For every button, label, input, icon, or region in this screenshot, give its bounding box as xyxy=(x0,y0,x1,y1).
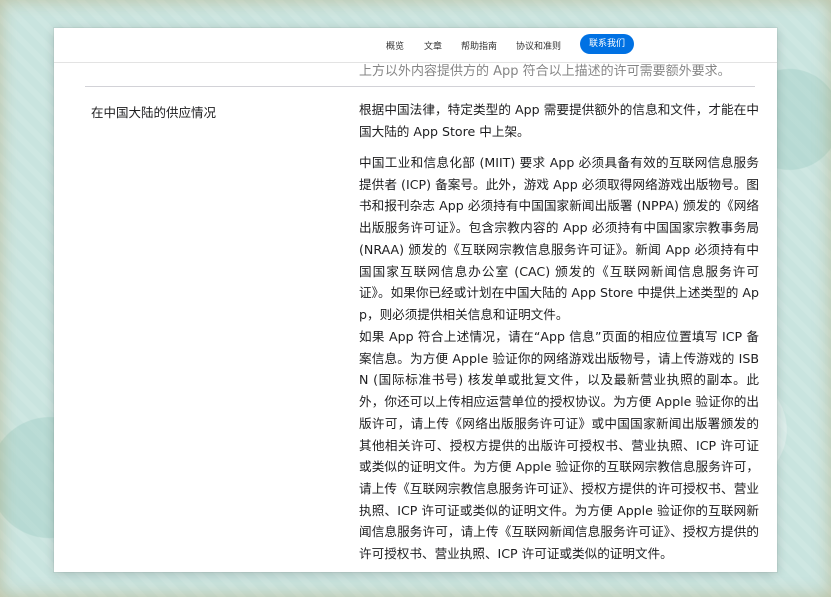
paragraph-requirements: 中国工业和信息化部 (MIIT) 要求 App 必须具备有效的互联网信息服务提供… xyxy=(359,155,759,322)
nav-item-agreements-guidelines[interactable]: 协议和准则 xyxy=(516,39,561,52)
paragraph-intro: 根据中国法律，特定类型的 App 需要提供额外的信息和文件，才能在中国大陆的 A… xyxy=(359,102,759,139)
nav-item-overview[interactable]: 概览 xyxy=(386,39,404,52)
contact-us-button[interactable]: 联系我们 xyxy=(580,34,634,54)
section-heading: 在中国大陆的供应情况 xyxy=(91,105,217,120)
nav-item-articles[interactable]: 文章 xyxy=(424,39,442,52)
section-divider xyxy=(85,86,755,87)
document-page: 概览 文章 帮助指南 协议和准则 联系我们 上方以外内容提供方的 App 符合以… xyxy=(54,28,777,572)
paragraph-instructions: 如果 App 符合上述情况，请在“App 信息”页面的相应位置填写 ICP 备案… xyxy=(359,329,759,562)
nav-item-help-guides[interactable]: 帮助指南 xyxy=(461,39,497,52)
top-navigation-bar: 概览 文章 帮助指南 协议和准则 联系我们 xyxy=(54,28,777,63)
